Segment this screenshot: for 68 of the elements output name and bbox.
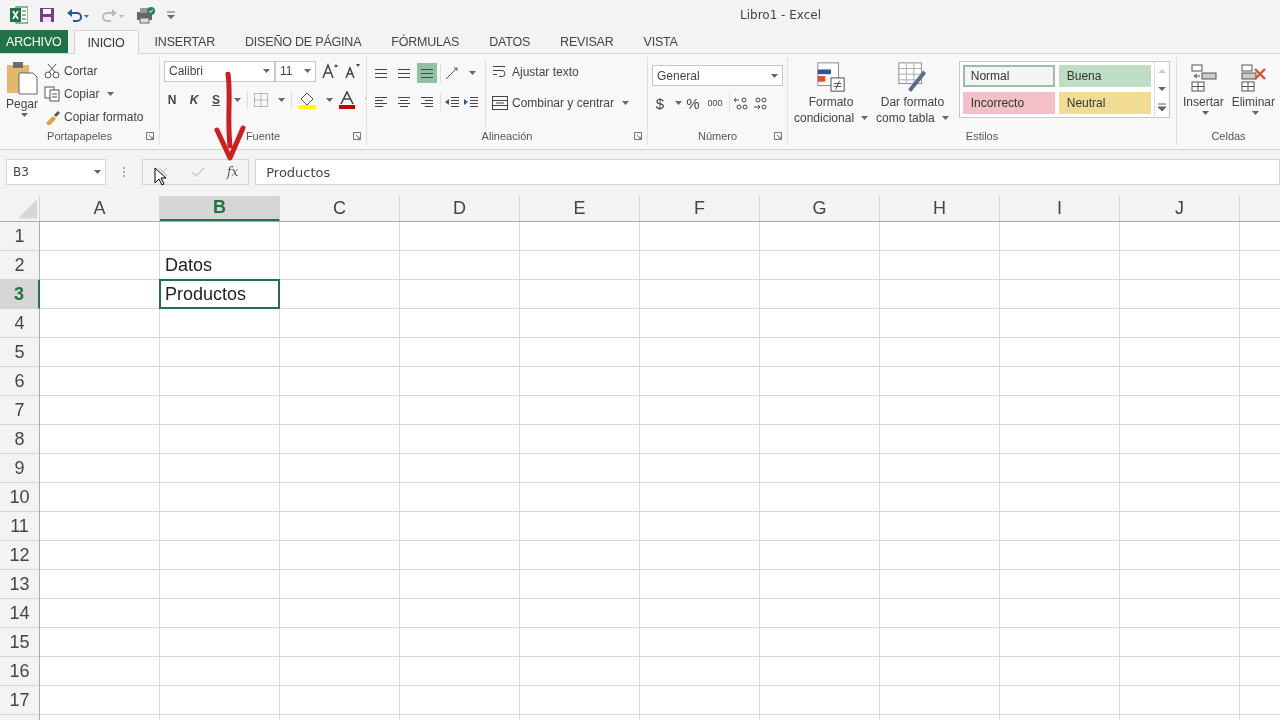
- column-header[interactable]: J: [1120, 196, 1240, 221]
- name-box[interactable]: B3: [6, 159, 106, 185]
- row-header[interactable]: 7: [0, 396, 39, 425]
- insert-button[interactable]: Insertar: [1181, 59, 1226, 127]
- cell-style-item[interactable]: Neutral: [1058, 91, 1151, 114]
- row-header[interactable]: 16: [0, 657, 39, 686]
- thousands-button[interactable]: 000: [704, 98, 726, 108]
- group-label: Estilos: [965, 130, 999, 142]
- font-name-field[interactable]: Calibri: [164, 60, 275, 82]
- bold-button[interactable]: N: [164, 93, 180, 107]
- wrap-text-button[interactable]: Ajustar texto: [492, 62, 630, 82]
- row-header[interactable]: 3: [0, 280, 40, 309]
- column-header[interactable]: D: [400, 196, 520, 221]
- ribbon-tab[interactable]: INICIO: [73, 30, 139, 54]
- ribbon-tab[interactable]: REVISAR: [546, 30, 628, 53]
- merge-center-button[interactable]: Combinar y centrar: [492, 93, 630, 113]
- column-header[interactable]: H: [880, 196, 1000, 221]
- command-button[interactable]: Copiar: [44, 84, 144, 104]
- file-tab[interactable]: ARCHIVO: [0, 30, 68, 53]
- row-header[interactable]: 14: [0, 599, 39, 628]
- row-header[interactable]: 1: [0, 222, 39, 251]
- row-header[interactable]: 11: [0, 512, 39, 541]
- column-header[interactable]: B: [160, 196, 280, 221]
- row-header[interactable]: 8: [0, 425, 39, 454]
- font-size-field[interactable]: 11: [275, 60, 316, 82]
- underline-button[interactable]: S: [208, 93, 224, 107]
- conditional-format-button[interactable]: Formato condicional: [792, 59, 871, 127]
- format-as-table-button[interactable]: Dar formato como tabla: [874, 59, 951, 127]
- ribbon-tab[interactable]: VISTA: [629, 30, 692, 53]
- column-header[interactable]: E: [520, 196, 640, 221]
- ribbon-tab[interactable]: DATOS: [475, 30, 545, 53]
- table-cell[interactable]: Productos: [159, 279, 280, 309]
- row-header[interactable]: 12: [0, 541, 39, 570]
- row-header[interactable]: 17: [0, 686, 39, 715]
- command-button[interactable]: Copiar formato: [44, 107, 144, 127]
- ribbon-tab[interactable]: FÓRMULAS: [377, 30, 474, 53]
- row-header[interactable]: 15: [0, 628, 39, 657]
- italic-button[interactable]: K: [186, 93, 202, 107]
- window-title: Libro1 - Excel: [740, 8, 822, 22]
- cell-style-item[interactable]: Buena: [1058, 65, 1151, 87]
- row-header[interactable]: 5: [0, 338, 39, 367]
- cell-style-item[interactable]: Normal: [962, 65, 1055, 87]
- row-header[interactable]: 4: [0, 309, 39, 338]
- currency-button[interactable]: $: [652, 94, 668, 112]
- percent-button[interactable]: %: [685, 94, 701, 112]
- column-header[interactable]: C: [280, 196, 400, 221]
- column-header[interactable]: I: [1000, 196, 1120, 221]
- row-header[interactable]: 9: [0, 454, 39, 483]
- insert-function-button[interactable]: fx: [227, 165, 239, 179]
- group-label: Número: [697, 130, 738, 142]
- ribbon-tab[interactable]: DISEÑO DE PÁGINA: [231, 30, 376, 53]
- row-header[interactable]: 6: [0, 367, 39, 396]
- group-label: Portapapeles: [47, 130, 112, 142]
- group-label: Celdas: [1211, 130, 1246, 142]
- cell-style-item[interactable]: Incorrecto: [962, 91, 1055, 114]
- paste-button[interactable]: Pegar: [4, 59, 41, 127]
- ribbon-tab[interactable]: INSERTAR: [140, 30, 229, 53]
- command-button[interactable]: Cortar: [44, 61, 144, 81]
- column-header[interactable]: F: [640, 196, 760, 221]
- row-header[interactable]: 13: [0, 570, 39, 599]
- formula-input[interactable]: Productos: [255, 159, 1280, 185]
- row-header[interactable]: 10: [0, 483, 39, 512]
- group-label: Fuente: [245, 130, 281, 142]
- column-header[interactable]: G: [760, 196, 880, 221]
- table-cell[interactable]: Datos: [159, 250, 280, 280]
- number-format-field[interactable]: General: [652, 65, 783, 86]
- group-label: Alineación: [481, 130, 533, 142]
- delete-button[interactable]: Eliminar: [1229, 59, 1278, 127]
